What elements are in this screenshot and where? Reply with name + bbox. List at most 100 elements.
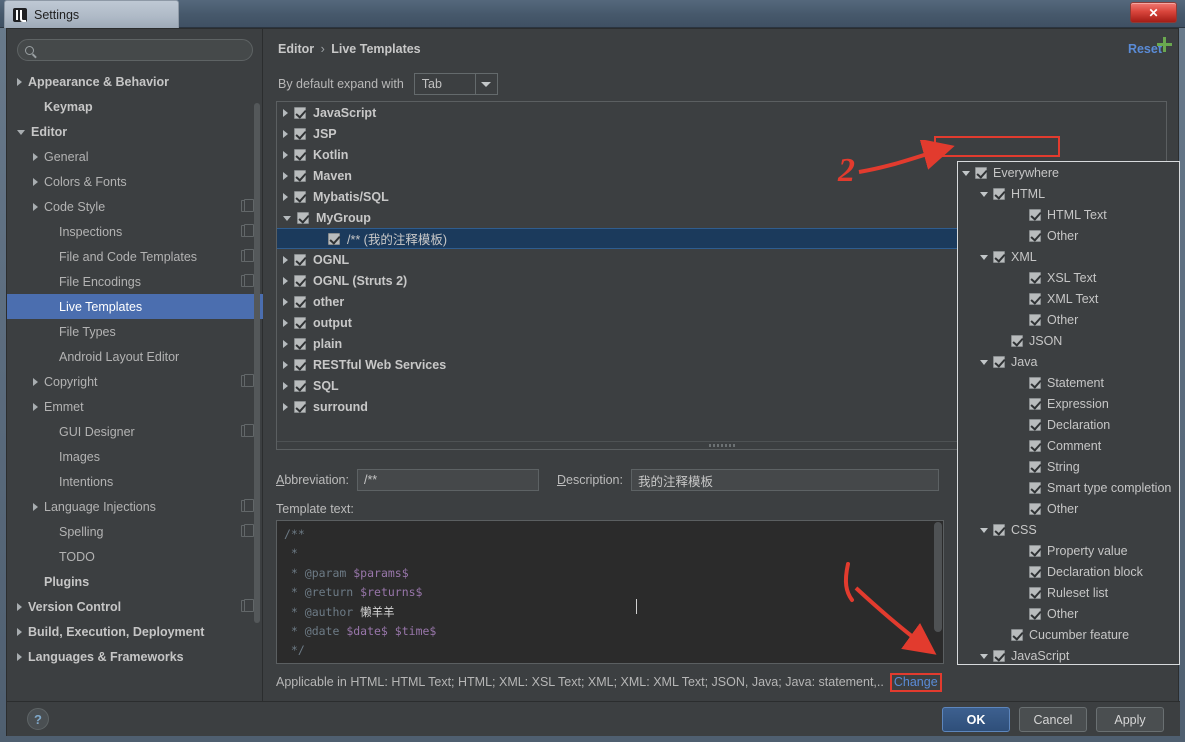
copy-settings-icon[interactable]: [241, 274, 254, 287]
template-checkbox[interactable]: [328, 232, 340, 245]
context-checkbox[interactable]: [1029, 229, 1041, 242]
chevron-down-icon[interactable]: [980, 360, 988, 365]
template-checkbox[interactable]: [294, 169, 306, 182]
copy-settings-icon[interactable]: [241, 249, 254, 262]
context-row[interactable]: HTML Text: [958, 204, 1179, 225]
chevron-right-icon[interactable]: [283, 255, 288, 264]
context-checkbox[interactable]: [1029, 565, 1041, 578]
template-checkbox[interactable]: [294, 379, 306, 392]
apply-button[interactable]: Apply: [1096, 707, 1164, 732]
context-checkbox[interactable]: [975, 166, 987, 179]
template-text-content[interactable]: /** * * @param $params$ * @return $retur…: [284, 525, 436, 661]
context-checkbox[interactable]: [1011, 628, 1023, 641]
chevron-right-icon[interactable]: [17, 77, 22, 86]
chevron-right-icon[interactable]: [33, 402, 38, 411]
context-checkbox[interactable]: [1029, 292, 1041, 305]
context-row[interactable]: Everywhere: [958, 162, 1179, 183]
chevron-right-icon[interactable]: [33, 502, 38, 511]
chevron-right-icon[interactable]: [283, 150, 288, 159]
context-checkbox[interactable]: [1029, 397, 1041, 410]
sidebar-item-live-templates[interactable]: Live Templates: [7, 294, 263, 319]
template-text-editor[interactable]: /** * * @param $params$ * @return $retur…: [276, 520, 944, 664]
chevron-right-icon[interactable]: [283, 276, 288, 285]
context-checkbox[interactable]: [1029, 376, 1041, 389]
sidebar-item-emmet[interactable]: Emmet: [7, 394, 263, 419]
sidebar-item-keymap[interactable]: Keymap: [7, 94, 263, 119]
context-checkbox[interactable]: [1029, 607, 1041, 620]
sidebar-item-spelling[interactable]: Spelling: [7, 519, 263, 544]
chevron-right-icon[interactable]: [283, 360, 288, 369]
add-template-button[interactable]: [1156, 36, 1173, 53]
chevron-down-icon[interactable]: [980, 654, 988, 659]
context-row[interactable]: String: [958, 456, 1179, 477]
chevron-down-icon[interactable]: [283, 216, 291, 221]
chevron-right-icon[interactable]: [283, 339, 288, 348]
context-row[interactable]: XSL Text: [958, 267, 1179, 288]
context-checkbox[interactable]: [1029, 586, 1041, 599]
template-tree-row[interactable]: JSP: [277, 123, 1166, 144]
context-row[interactable]: Cucumber feature: [958, 624, 1179, 645]
sidebar-scrollbar[interactable]: [254, 103, 260, 623]
chevron-right-icon[interactable]: [283, 108, 288, 117]
search-input[interactable]: [40, 43, 252, 57]
template-checkbox[interactable]: [294, 190, 306, 203]
context-checkbox[interactable]: [1029, 271, 1041, 284]
context-row[interactable]: Property value: [958, 540, 1179, 561]
sidebar-item-android-layout-editor[interactable]: Android Layout Editor: [7, 344, 263, 369]
sidebar-item-language-injections[interactable]: Language Injections: [7, 494, 263, 519]
context-row[interactable]: Smart type completion: [958, 477, 1179, 498]
expand-with-select[interactable]: Tab: [413, 73, 498, 95]
context-checkbox[interactable]: [993, 523, 1005, 536]
context-checkbox[interactable]: [1029, 208, 1041, 221]
context-row[interactable]: CSS: [958, 519, 1179, 540]
close-icon[interactable]: ✕: [1130, 2, 1177, 23]
context-checkbox[interactable]: [993, 355, 1005, 368]
sidebar-item-todo[interactable]: TODO: [7, 544, 263, 569]
template-checkbox[interactable]: [294, 295, 306, 308]
sidebar-item-gui-designer[interactable]: GUI Designer: [7, 419, 263, 444]
chevron-right-icon[interactable]: [283, 129, 288, 138]
template-checkbox[interactable]: [294, 400, 306, 413]
chevron-right-icon[interactable]: [283, 402, 288, 411]
template-checkbox[interactable]: [294, 127, 306, 140]
template-checkbox[interactable]: [294, 274, 306, 287]
context-row[interactable]: XML: [958, 246, 1179, 267]
sidebar-item-colors-fonts[interactable]: Colors & Fonts: [7, 169, 263, 194]
breadcrumb-root[interactable]: Editor: [278, 42, 314, 56]
context-checkbox[interactable]: [1029, 481, 1041, 494]
copy-settings-icon[interactable]: [241, 224, 254, 237]
chevron-right-icon[interactable]: [17, 627, 22, 636]
context-row[interactable]: Declaration: [958, 414, 1179, 435]
context-checkbox[interactable]: [1029, 313, 1041, 326]
sidebar-item-general[interactable]: General: [7, 144, 263, 169]
change-context-link[interactable]: Change: [889, 672, 942, 692]
sidebar-item-build-execution-deployment[interactable]: Build, Execution, Deployment: [7, 619, 263, 644]
template-checkbox[interactable]: [294, 316, 306, 329]
chevron-right-icon[interactable]: [283, 318, 288, 327]
chevron-down-icon[interactable]: [17, 130, 25, 135]
template-checkbox[interactable]: [294, 337, 306, 350]
chevron-right-icon[interactable]: [17, 602, 22, 611]
chevron-right-icon[interactable]: [283, 192, 288, 201]
context-checkbox[interactable]: [1029, 418, 1041, 431]
sidebar-item-file-encodings[interactable]: File Encodings: [7, 269, 263, 294]
context-row[interactable]: XML Text: [958, 288, 1179, 309]
chevron-down-icon[interactable]: [980, 192, 988, 197]
context-row[interactable]: Java: [958, 351, 1179, 372]
context-checkbox-tree[interactable]: Everywhere HTML HTML Text Other XML XSL Text X…: [957, 161, 1180, 665]
sidebar-item-inspections[interactable]: Inspections: [7, 219, 263, 244]
context-checkbox[interactable]: [1029, 460, 1041, 473]
sidebar-item-file-and-code-templates[interactable]: File and Code Templates: [7, 244, 263, 269]
context-checkbox[interactable]: [1029, 502, 1041, 515]
chevron-down-icon[interactable]: [474, 74, 497, 94]
context-row[interactable]: Other: [958, 225, 1179, 246]
sidebar-item-file-types[interactable]: File Types: [7, 319, 263, 344]
context-checkbox[interactable]: [1011, 334, 1023, 347]
sidebar-item-editor[interactable]: Editor: [7, 119, 263, 144]
template-checkbox[interactable]: [294, 106, 306, 119]
context-row[interactable]: Other: [958, 498, 1179, 519]
chevron-right-icon[interactable]: [33, 152, 38, 161]
cancel-button[interactable]: Cancel: [1019, 707, 1087, 732]
template-checkbox[interactable]: [294, 148, 306, 161]
context-row[interactable]: Expression: [958, 393, 1179, 414]
